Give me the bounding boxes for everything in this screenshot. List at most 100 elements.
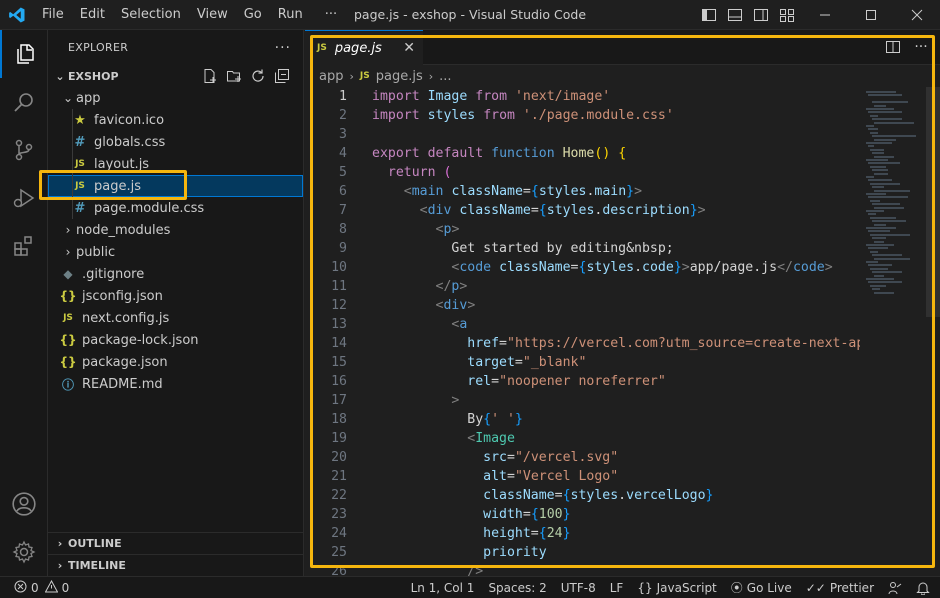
feedback-icon[interactable]: [888, 581, 902, 595]
tree-item-readme[interactable]: ⓘ README.md: [48, 373, 303, 395]
error-icon: [14, 580, 27, 596]
chevron-right-icon: ›: [57, 559, 63, 572]
close-window-icon[interactable]: [894, 0, 940, 30]
notifications-bell-icon[interactable]: [916, 581, 930, 595]
timeline-section[interactable]: › TIMELINE: [48, 554, 304, 576]
collapse-all-icon[interactable]: [273, 67, 291, 85]
tree-item-label: page.module.css: [94, 200, 205, 216]
new-file-icon[interactable]: [201, 67, 219, 85]
css-file-icon: #: [74, 134, 86, 150]
encoding[interactable]: UTF-8: [561, 581, 596, 595]
tree-item-label: package.json: [82, 354, 168, 370]
chevron-down-icon: ⌄: [62, 91, 74, 105]
tree-item-gitignore[interactable]: ◆ .gitignore: [48, 263, 303, 285]
warning-count: 0: [61, 580, 70, 595]
tree-item-public[interactable]: › public: [48, 241, 303, 263]
tree-item-package-json[interactable]: {} package.json: [48, 351, 303, 373]
braces-icon: {}: [637, 580, 653, 595]
status-right: Ln 1, Col 1 Spaces: 2 UTF-8 LF {} JavaScr…: [411, 577, 930, 598]
toggle-secondary-sidebar-icon[interactable]: [752, 6, 770, 24]
js-file-icon: JS: [63, 313, 73, 323]
tree-item-next-config[interactable]: JS next.config.js: [48, 307, 303, 329]
manage-gear-icon[interactable]: [0, 528, 48, 576]
js-file-icon: JS: [75, 159, 85, 169]
workspace-root-label: EXSHOP: [68, 69, 119, 83]
json-file-icon: {}: [59, 333, 77, 347]
tree-item-page-module-css[interactable]: # page.module.css: [48, 197, 303, 219]
tree-item-label: .gitignore: [82, 266, 145, 282]
tree-item-label: next.config.js: [82, 310, 170, 326]
json-file-icon: {}: [59, 289, 77, 303]
sidebar-bottom-sections: › OUTLINE › TIMELINE: [48, 532, 304, 576]
maximize-icon[interactable]: [848, 0, 894, 30]
explorer-header: EXPLORER ···: [48, 30, 303, 65]
warning-icon: [44, 579, 58, 596]
activity-bar: [0, 30, 48, 576]
tree-item-label: favicon.ico: [94, 112, 165, 128]
tree-item-label: globals.css: [94, 134, 166, 150]
prettier-label: Prettier: [829, 580, 874, 595]
title-bar: File Edit Selection View Go Run ··· page…: [0, 0, 940, 30]
tree-item-label: package-lock.json: [82, 332, 199, 348]
explorer-more-button[interactable]: ···: [275, 40, 291, 56]
tree-item-jsconfig[interactable]: {} jsconfig.json: [48, 285, 303, 307]
chevron-right-icon: ›: [65, 223, 71, 237]
accounts-icon[interactable]: [0, 480, 48, 528]
go-live-button[interactable]: ⦿ Go Live: [731, 579, 792, 596]
outline-label: OUTLINE: [68, 537, 122, 550]
minimize-icon[interactable]: [802, 0, 848, 30]
customize-layout-icon[interactable]: [778, 6, 796, 24]
menu-go[interactable]: Go: [236, 0, 270, 30]
menu-view[interactable]: View: [189, 0, 236, 30]
css-file-icon: #: [74, 200, 86, 216]
prettier-status[interactable]: ✓✓ Prettier: [806, 581, 874, 595]
highlight-editor: [310, 35, 935, 568]
search-icon[interactable]: [0, 78, 48, 126]
menu-edit[interactable]: Edit: [72, 0, 113, 30]
tree-item-favicon[interactable]: ★ favicon.ico: [48, 109, 303, 131]
toggle-primary-sidebar-icon[interactable]: [700, 6, 718, 24]
star-file-icon: ★: [74, 112, 86, 128]
explorer-sidebar: EXPLORER ··· ⌄ EXSHOP ⌄ app ★ favicon.ic…: [48, 30, 304, 576]
explorer-icon[interactable]: [0, 30, 48, 78]
menu-selection[interactable]: Selection: [113, 0, 189, 30]
menu-run[interactable]: Run: [270, 0, 311, 30]
tree-item-package-lock[interactable]: {} package-lock.json: [48, 329, 303, 351]
git-file-icon: ◆: [63, 267, 73, 281]
tree-item-app[interactable]: ⌄ app: [48, 87, 303, 109]
toggle-panel-icon[interactable]: [726, 6, 744, 24]
problems-indicator[interactable]: 0 0: [0, 579, 70, 596]
end-of-line[interactable]: LF: [610, 581, 624, 595]
broadcast-icon: ⦿: [730, 581, 743, 595]
outline-section[interactable]: › OUTLINE: [48, 532, 304, 554]
tree-item-label: jsconfig.json: [82, 288, 163, 304]
cursor-position[interactable]: Ln 1, Col 1: [411, 581, 475, 595]
chevron-right-icon: ›: [65, 245, 71, 259]
tree-item-node-modules[interactable]: › node_modules: [48, 219, 303, 241]
tree-item-label: public: [76, 244, 116, 260]
menu-bar: File Edit Selection View Go Run ···: [34, 0, 345, 30]
info-file-icon: ⓘ: [61, 377, 74, 392]
indentation[interactable]: Spaces: 2: [488, 581, 546, 595]
tree-item-label: app: [76, 90, 101, 106]
explorer-title: EXPLORER: [68, 41, 129, 54]
double-check-icon: ✓✓: [805, 580, 826, 595]
extensions-icon[interactable]: [0, 222, 48, 270]
tree-item-label: README.md: [82, 376, 163, 392]
menu-more[interactable]: ···: [311, 0, 345, 30]
file-tree: ⌄ app ★ favicon.ico # globals.css JS lay…: [48, 87, 303, 395]
explorer-actions: [201, 67, 291, 85]
refresh-icon[interactable]: [249, 67, 267, 85]
window-controls: [802, 0, 940, 30]
source-control-icon[interactable]: [0, 126, 48, 174]
highlight-explorer-page-js: [39, 170, 187, 200]
chevron-down-icon: ⌄: [55, 69, 65, 83]
vscode-logo-icon: [0, 0, 34, 30]
language-mode[interactable]: {} JavaScript: [637, 581, 716, 595]
timeline-label: TIMELINE: [68, 559, 126, 572]
layout-controls: [700, 6, 796, 24]
status-bar: 0 0 Ln 1, Col 1 Spaces: 2 UTF-8 LF {} Jav…: [0, 576, 940, 598]
menu-file[interactable]: File: [34, 0, 72, 30]
new-folder-icon[interactable]: [225, 67, 243, 85]
tree-item-globals-css[interactable]: # globals.css: [48, 131, 303, 153]
